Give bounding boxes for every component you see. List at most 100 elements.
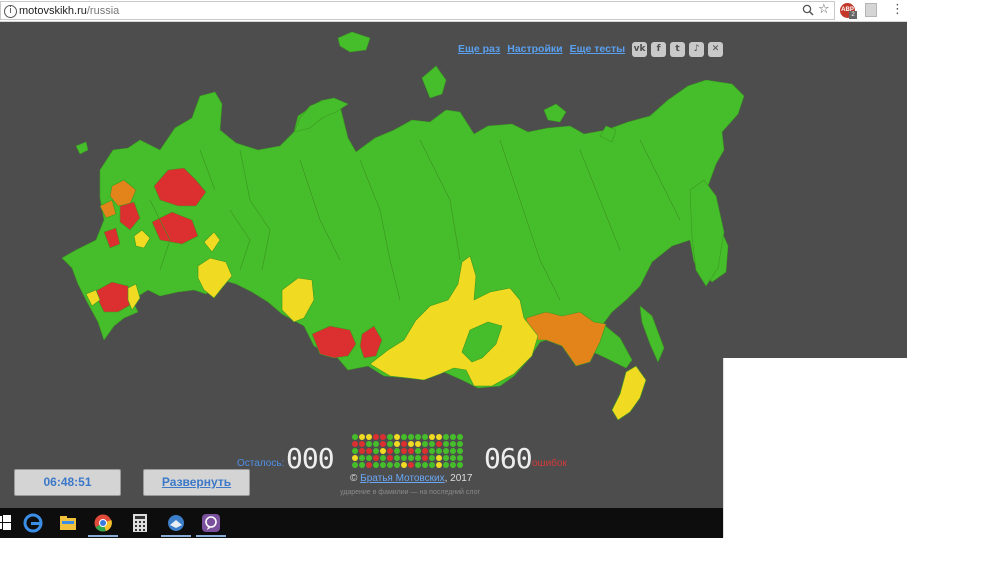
sound-icon[interactable]: ♪ xyxy=(689,41,705,57)
region-new-siberian-islands[interactable] xyxy=(543,103,567,123)
stress-note: ударение в фамилии — на последний слог xyxy=(340,489,481,496)
progress-dot xyxy=(415,441,421,447)
zoom-icon[interactable] xyxy=(802,4,814,16)
progress-dot xyxy=(401,441,407,447)
progress-dot xyxy=(422,434,428,440)
progress-dot xyxy=(450,448,456,454)
progress-dot xyxy=(450,455,456,461)
progress-dot xyxy=(373,441,379,447)
progress-dot xyxy=(450,462,456,468)
progress-dot xyxy=(429,462,435,468)
vk-icon[interactable]: vk xyxy=(632,41,648,57)
url-domain: motovskikh.ru xyxy=(19,5,87,17)
progress-dot xyxy=(436,462,442,468)
bookmark-extension-icon[interactable] xyxy=(865,3,877,17)
taskbar xyxy=(0,508,723,538)
region-franz-josef-land[interactable] xyxy=(337,31,371,53)
progress-dot xyxy=(373,455,379,461)
progress-dot xyxy=(429,455,435,461)
progress-dot xyxy=(380,441,386,447)
progress-dot xyxy=(422,462,428,468)
progress-dot xyxy=(359,441,365,447)
copyright-symbol: © xyxy=(350,473,358,484)
progress-dot xyxy=(352,434,358,440)
progress-dot xyxy=(436,448,442,454)
facebook-icon[interactable]: f xyxy=(651,41,667,57)
progress-dot xyxy=(436,434,442,440)
twitter-icon[interactable]: t xyxy=(670,41,686,57)
errors-count: 060 xyxy=(484,442,533,475)
chrome-icon[interactable] xyxy=(92,512,114,534)
progress-dot xyxy=(415,448,421,454)
expand-button[interactable]: Развернуть xyxy=(143,469,250,496)
thunderbird-active-indicator xyxy=(161,535,191,537)
progress-dot xyxy=(408,455,414,461)
progress-dot xyxy=(443,434,449,440)
progress-dot xyxy=(415,455,421,461)
progress-dot xyxy=(422,448,428,454)
progress-dot xyxy=(436,441,442,447)
region-kaliningrad[interactable] xyxy=(75,141,89,155)
url-box[interactable]: i motovskikh.ru/russia ☆ xyxy=(0,1,835,20)
progress-dot xyxy=(352,455,358,461)
progress-dot xyxy=(422,455,428,461)
edge-icon[interactable] xyxy=(22,512,44,534)
star-icon[interactable]: ☆ xyxy=(818,3,830,17)
url-text[interactable]: motovskikh.ru/russia xyxy=(19,5,119,17)
progress-dot xyxy=(359,434,365,440)
progress-dot xyxy=(436,455,442,461)
info-icon[interactable]: i xyxy=(4,5,17,18)
progress-dot xyxy=(366,455,372,461)
chrome-active-indicator xyxy=(88,535,118,537)
region-severnaya-zemlya[interactable] xyxy=(421,65,447,99)
thunderbird-icon[interactable] xyxy=(165,512,187,534)
progress-dot xyxy=(401,448,407,454)
progress-dot xyxy=(394,434,400,440)
progress-dot xyxy=(401,462,407,468)
progress-dot xyxy=(443,441,449,447)
region-yellow-primorye[interactable] xyxy=(611,365,647,421)
progress-dot xyxy=(352,441,358,447)
more-tests-link[interactable]: Еще тесты xyxy=(570,43,625,55)
progress-dot xyxy=(457,462,463,468)
progress-dot xyxy=(429,448,435,454)
progress-dot xyxy=(366,441,372,447)
progress-dot xyxy=(408,441,414,447)
calculator-icon[interactable] xyxy=(129,512,151,534)
progress-dot xyxy=(380,434,386,440)
close-icon[interactable]: ✕ xyxy=(708,41,724,57)
region-sakhalin[interactable] xyxy=(639,305,665,363)
progress-dot xyxy=(359,455,365,461)
remaining-label: Осталось: xyxy=(237,458,285,469)
extension-badge: 2 xyxy=(849,11,857,19)
menu-icon[interactable]: ⋮ xyxy=(891,2,904,17)
progress-dot xyxy=(380,448,386,454)
progress-dot xyxy=(352,462,358,468)
authors-link[interactable]: Братья Мотовских xyxy=(360,473,444,484)
windows-icon[interactable] xyxy=(0,512,14,534)
timer-button[interactable]: 06:48:51 xyxy=(14,469,121,496)
progress-dot xyxy=(408,448,414,454)
progress-dot xyxy=(394,455,400,461)
progress-dot xyxy=(443,462,449,468)
progress-dot xyxy=(429,441,435,447)
progress-dot xyxy=(359,448,365,454)
progress-dot xyxy=(373,434,379,440)
progress-dot xyxy=(443,448,449,454)
progress-dot xyxy=(394,448,400,454)
progress-dot xyxy=(401,455,407,461)
progress-dot xyxy=(387,434,393,440)
progress-dot xyxy=(408,434,414,440)
errors-label: ошибок xyxy=(532,458,567,469)
progress-dot xyxy=(450,441,456,447)
settings-link[interactable]: Настройки xyxy=(507,43,562,55)
region-red-altai[interactable] xyxy=(311,325,357,359)
progress-dot xyxy=(415,434,421,440)
explorer-icon[interactable] xyxy=(57,512,79,534)
again-link[interactable]: Еще раз xyxy=(458,43,500,55)
viber-icon[interactable] xyxy=(200,512,222,534)
progress-dot xyxy=(457,441,463,447)
progress-dot xyxy=(443,455,449,461)
progress-dot xyxy=(401,434,407,440)
progress-dots xyxy=(352,434,463,470)
